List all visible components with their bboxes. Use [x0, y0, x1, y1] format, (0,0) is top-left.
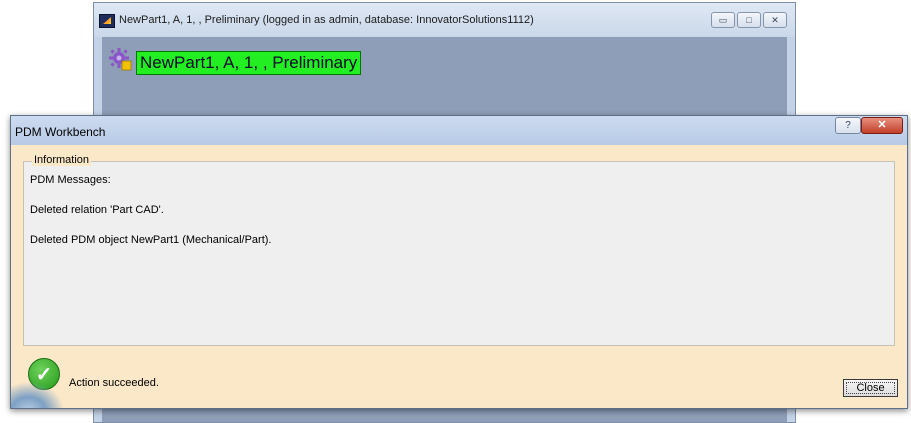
information-group-label: Information [32, 154, 92, 166]
dialog-close-x-button[interactable]: ✕ [861, 117, 903, 134]
dialog-titlebar[interactable]: PDM Workbench ? ✕ [11, 116, 907, 145]
dialog-title: PDM Workbench [15, 125, 106, 139]
help-button[interactable]: ? [835, 117, 861, 134]
message-line: Deleted relation 'Part CAD'. [30, 204, 164, 216]
close-window-button[interactable]: ✕ [763, 12, 787, 28]
window-controls: ▭ □ ✕ [711, 12, 787, 28]
globe-logo [11, 378, 69, 408]
information-group: Information PDM Messages: Deleted relati… [23, 154, 895, 346]
pdm-workbench-dialog: PDM Workbench ? ✕ Information PDM Messag… [10, 115, 908, 409]
background-window-titlebar[interactable]: NewPart1, A, 1, , Preliminary (logged in… [94, 3, 795, 37]
tree-node-label[interactable]: NewPart1, A, 1, , Preliminary [136, 51, 362, 75]
dialog-content: Information PDM Messages: Deleted relati… [11, 145, 904, 408]
gear-icon [109, 48, 132, 71]
minimize-button[interactable]: ▭ [711, 12, 735, 28]
maximize-button[interactable]: □ [737, 12, 761, 28]
message-line: Deleted PDM object NewPart1 (Mechanical/… [30, 234, 272, 246]
close-button[interactable]: Close [843, 379, 898, 397]
app-icon [99, 14, 115, 28]
status-message: Action succeeded. [69, 377, 159, 389]
background-window-title: NewPart1, A, 1, , Preliminary (logged in… [119, 14, 534, 26]
message-line: PDM Messages: [30, 174, 111, 186]
